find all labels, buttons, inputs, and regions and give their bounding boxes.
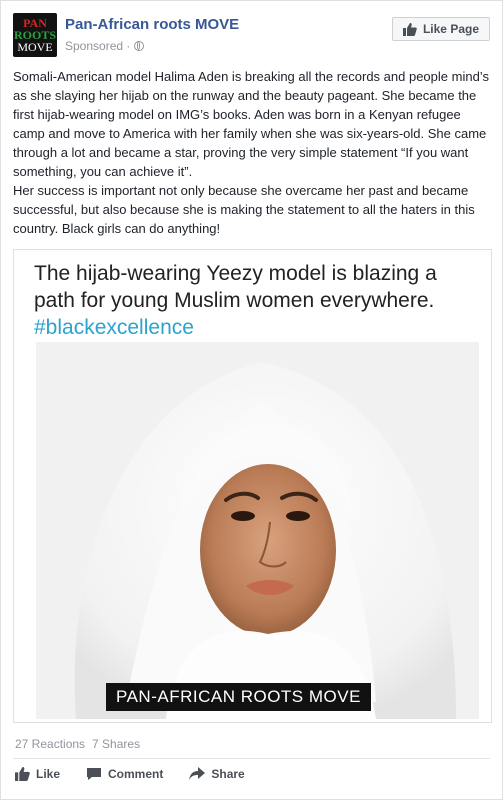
like-page-label: Like Page <box>422 22 479 36</box>
post-paragraph-2: Her success is important not only becaus… <box>13 183 475 236</box>
post-stats: 27 Reactions 7 Shares <box>15 737 140 751</box>
logo-line-3: MOVE <box>17 40 53 54</box>
post-text: Somali-American model Halima Aden is bre… <box>13 67 491 238</box>
like-icon <box>15 767 30 781</box>
facebook-post: PAN ROOTS MOVE Pan-African roots MOVE Sp… <box>0 0 503 800</box>
sponsored-label[interactable]: Sponsored · <box>65 39 130 53</box>
actions-divider <box>13 758 490 759</box>
comment-label: Comment <box>108 767 164 781</box>
shared-image-card[interactable]: The hijab-wearing Yeezy model is blazing… <box>13 249 492 723</box>
post-paragraph-1: Somali-American model Halima Aden is bre… <box>13 69 489 179</box>
page-logo[interactable]: PAN ROOTS MOVE <box>13 13 57 57</box>
reactions-count[interactable]: 27 Reactions <box>15 737 85 751</box>
thumbs-up-icon <box>402 22 417 36</box>
card-headline: The hijab-wearing Yeezy model is blazing… <box>34 260 474 341</box>
model-portrait-illustration <box>36 342 479 719</box>
globe-icon <box>134 41 145 51</box>
model-photo[interactable]: PAN-AFRICAN ROOTS MOVE <box>36 342 479 719</box>
card-headline-text: The hijab-wearing Yeezy model is blazing… <box>34 262 437 312</box>
hashtag-link[interactable]: #blackexcellence <box>34 316 194 339</box>
comment-icon <box>87 768 102 780</box>
comment-button[interactable]: Comment <box>86 767 163 781</box>
watermark-caption: PAN-AFRICAN ROOTS MOVE <box>106 683 371 711</box>
share-label: Share <box>211 767 245 781</box>
post-meta: Sponsored · <box>65 39 145 53</box>
share-button[interactable]: Share <box>189 767 245 781</box>
like-label: Like <box>36 767 61 781</box>
share-icon <box>189 767 206 780</box>
post-actions: Like Comment Share <box>15 767 245 781</box>
post-header: PAN ROOTS MOVE Pan-African roots MOVE Sp… <box>1 1 502 65</box>
shares-count[interactable]: 7 Shares <box>92 737 140 751</box>
like-page-button[interactable]: Like Page <box>391 17 490 41</box>
page-name-link[interactable]: Pan-African roots MOVE <box>65 16 239 33</box>
like-button[interactable]: Like <box>15 767 60 781</box>
